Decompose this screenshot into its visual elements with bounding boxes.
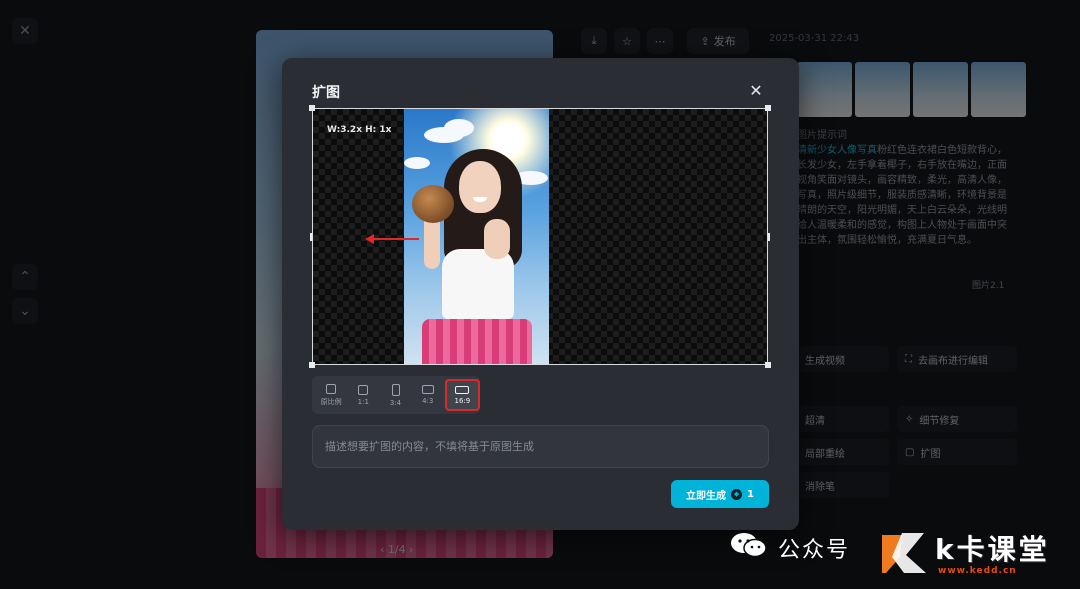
share-icon: ⇪	[700, 34, 710, 48]
credit-icon: ◆	[731, 488, 743, 500]
watermark-channel: 公众号	[778, 538, 851, 563]
resize-handle-right[interactable]	[768, 233, 770, 241]
watermark-brand: k卡课堂	[935, 533, 1050, 566]
ratio-1-1-icon	[358, 384, 369, 395]
publish-button[interactable]: ⇪ 发布	[687, 28, 749, 54]
image-pager[interactable]: ‹ 1/4 ›	[380, 543, 414, 556]
expand-button[interactable]: ▢ 扩图	[897, 439, 1017, 465]
previous-image-button[interactable]: ⌃	[12, 264, 38, 290]
prompt-panel: 图片提示词 清新少女人像写真粉红色连衣裙白色短款背心，长发少女，左手拿着椰子，右…	[797, 128, 1012, 296]
expand-canvas[interactable]: W:3.2x H: 1x	[309, 105, 771, 368]
pager-prev-icon[interactable]: ‹	[380, 543, 384, 556]
download-icon: ⤓	[591, 34, 597, 47]
ratio-original-label: 原比例	[320, 397, 342, 406]
thumbnail[interactable]	[913, 62, 968, 117]
inpaint-label: 局部重绘	[805, 448, 845, 460]
resize-handle-bottom-left[interactable]	[309, 362, 315, 368]
detail-fix-label: 细节修复	[919, 415, 960, 427]
publish-label: 发布	[713, 35, 736, 48]
generate-now-button[interactable]: 立即生成 ◆ 1	[671, 480, 769, 508]
right-arm-shape	[484, 219, 510, 259]
dialog-close-button[interactable]: ✕	[746, 80, 766, 100]
cloud-shape	[444, 119, 474, 137]
inpaint-button[interactable]: 局部重绘	[797, 439, 889, 465]
star-icon: ☆	[622, 34, 632, 48]
face-shape	[459, 161, 501, 213]
thumbnail[interactable]	[797, 62, 852, 117]
canvas-edit-label: 去画布进行编辑	[918, 355, 988, 367]
resize-handle-left[interactable]	[310, 233, 312, 241]
prompt-body: 清新少女人像写真粉红色连衣裙白色短款背心，长发少女，左手拿着椰子，右手放在嘴边，…	[797, 143, 1012, 248]
expand-icon: ▢	[905, 446, 915, 458]
wechat-icon	[731, 533, 767, 558]
resize-handle-top-right[interactable]	[765, 105, 771, 111]
thumbnail[interactable]	[971, 62, 1026, 117]
source-image[interactable]	[404, 109, 549, 364]
more-icon: ⋯	[654, 34, 666, 48]
pager-text: 1/4	[387, 543, 406, 556]
ratio-4-3-icon	[421, 385, 434, 394]
canvas-edit-button[interactable]: ⛶ 去画布进行编辑	[897, 346, 1017, 372]
expand-dialog: 扩图 ✕ W:3.2x H: 1x 原比例 1:1 3:4 4:3 16:9 描…	[282, 58, 799, 530]
resize-handle-bottom-right[interactable]	[765, 362, 771, 368]
chevron-down-icon: ⌄	[19, 303, 31, 319]
ratio-1-1-label: 1:1	[357, 397, 369, 406]
generate-cost: 1	[747, 488, 754, 500]
top-shape	[442, 249, 514, 319]
magic-wand-icon: ✧	[905, 413, 914, 425]
ratio-original[interactable]: 原比例	[316, 379, 346, 411]
pager-next-icon[interactable]: ›	[409, 543, 413, 556]
size-label: W:3.2x H: 1x	[327, 125, 392, 135]
ratio-3-4-label: 3:4	[389, 398, 402, 407]
expand-label: 扩图	[920, 448, 941, 460]
generate-label: 立即生成	[686, 490, 727, 502]
close-icon: ✕	[19, 23, 31, 39]
prompt-header: 图片提示词	[797, 130, 847, 141]
thumbnail[interactable]	[855, 62, 910, 117]
ratio-3-4-icon	[391, 383, 400, 396]
coconut-shape	[412, 185, 454, 223]
model-tag: 图片2.1	[972, 281, 1005, 291]
created-date: 2025-03-31 22:43	[769, 33, 860, 44]
ratio-1-1[interactable]: 1:1	[348, 379, 378, 411]
ratio-3-4[interactable]: 3:4	[380, 379, 410, 411]
resize-handle-top-left[interactable]	[309, 105, 315, 111]
hd-label: 超清	[805, 415, 825, 427]
prompt-highlight: 清新少女人像写真	[797, 145, 877, 156]
eraser-label: 消除笔	[805, 481, 835, 493]
close-icon: ✕	[749, 80, 763, 100]
prompt-text: 粉红色连衣裙白色短款背心，长发少女，左手拿着椰子，右手放在嘴边，正面视角笑面对镜…	[797, 145, 1007, 246]
thumbnail-strip	[797, 62, 1026, 117]
arrow-left-icon	[371, 238, 419, 240]
ratio-16-9[interactable]: 16:9	[444, 379, 480, 411]
favorite-button[interactable]: ☆	[614, 28, 640, 54]
cloud-shape	[404, 157, 430, 169]
canvas-icon: ⛶	[905, 353, 912, 365]
next-image-button[interactable]: ⌄	[12, 298, 38, 324]
download-button[interactable]: ⤓	[581, 28, 607, 54]
ratio-original-icon	[326, 383, 337, 394]
ratio-16-9-icon	[455, 385, 470, 394]
detail-fix-button[interactable]: ✧ 细节修复	[897, 406, 1017, 432]
close-viewer-button[interactable]: ✕	[12, 18, 38, 44]
ratio-16-9-label: 16:9	[454, 396, 471, 405]
skirt-shape	[422, 319, 532, 364]
ratio-4-3-label: 4:3	[422, 397, 434, 405]
hd-button[interactable]: 超清	[797, 406, 889, 432]
watermark-url: www.kedd.cn	[938, 566, 1017, 576]
chevron-up-icon: ⌃	[19, 269, 31, 285]
generate-video-button[interactable]: 生成视频	[797, 346, 889, 372]
ratio-4-3[interactable]: 4:3	[413, 379, 443, 411]
expand-description-input[interactable]	[312, 425, 769, 468]
dialog-title: 扩图	[312, 85, 340, 101]
eraser-button[interactable]: 消除笔	[797, 472, 889, 498]
generate-video-label: 生成视频	[805, 355, 845, 367]
more-button[interactable]: ⋯	[647, 28, 673, 54]
aspect-ratio-selector: 原比例 1:1 3:4 4:3 16:9	[312, 376, 480, 414]
arrow-head-icon	[365, 234, 374, 244]
